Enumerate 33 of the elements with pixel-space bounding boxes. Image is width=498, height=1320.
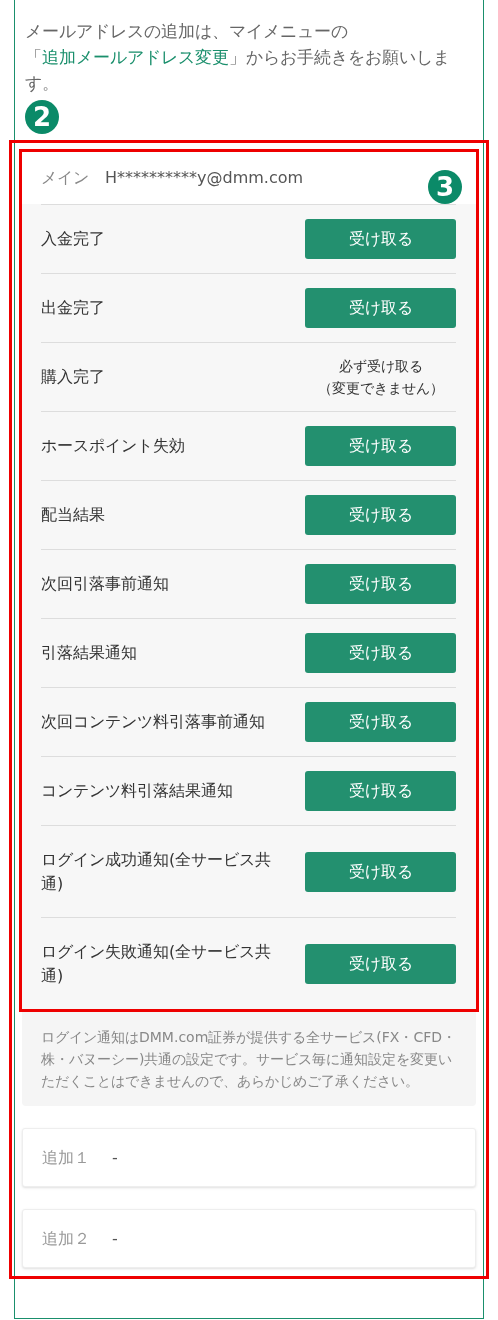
row-label: 購入完了 [41,366,105,388]
row-label: ホースポイント失効 [41,435,185,457]
change-email-link[interactable]: 追加メールアドレス変更 [42,47,229,67]
receive-button[interactable]: 受け取る [305,495,456,535]
additional-label: 追加２ [42,1227,90,1250]
additional-label: 追加１ [42,1146,90,1169]
fixed-note: （変更できません） [317,379,444,398]
fixed-note: 必ず受け取る [338,357,423,376]
row-label: ログイン成功通知(全サービス共通) [41,848,273,895]
additional-value: - [112,1227,118,1250]
row-label: 次回コンテンツ料引落事前通知 [41,711,265,733]
row-label: ログイン失敗通知(全サービス共通) [41,940,273,987]
additional-value: - [112,1146,118,1169]
row-label: コンテンツ料引落結果通知 [41,780,233,802]
receive-button[interactable]: 受け取る [305,771,456,811]
login-note: ログイン通知はDMM.com証券が提供する全サービス(FX・CFD・株・バヌーシー)共通の設定です。サービス毎に通知設定を変更いただくことはできませんので、あらかじめご了承ください。 [41,1028,457,1091]
receive-button[interactable]: 受け取る [305,943,456,984]
receive-button[interactable]: 受け取る [305,702,456,742]
row-label: 配当結果 [41,504,105,526]
row-label: 引落結果通知 [41,642,137,664]
row-label: 次回引落事前通知 [41,573,169,595]
main-email: H**********y@dmm.com [105,167,304,189]
receive-button[interactable]: 受け取る [305,851,456,892]
number-badge: 2 [25,100,59,134]
receive-button[interactable]: 受け取る [305,288,456,328]
intro-text: メールアドレスの追加は、マイメニューの「追加メールアドレス変更」からお手続きをお願いします。 [25,20,451,95]
receive-button[interactable]: 受け取る [305,633,456,673]
row-label: 出金完了 [41,297,105,319]
receive-button[interactable]: 受け取る [305,219,456,259]
main-label: メイン [41,167,89,189]
receive-button[interactable]: 受け取る [305,426,456,466]
row-label: 入金完了 [41,228,105,250]
receive-button[interactable]: 受け取る [305,564,456,604]
